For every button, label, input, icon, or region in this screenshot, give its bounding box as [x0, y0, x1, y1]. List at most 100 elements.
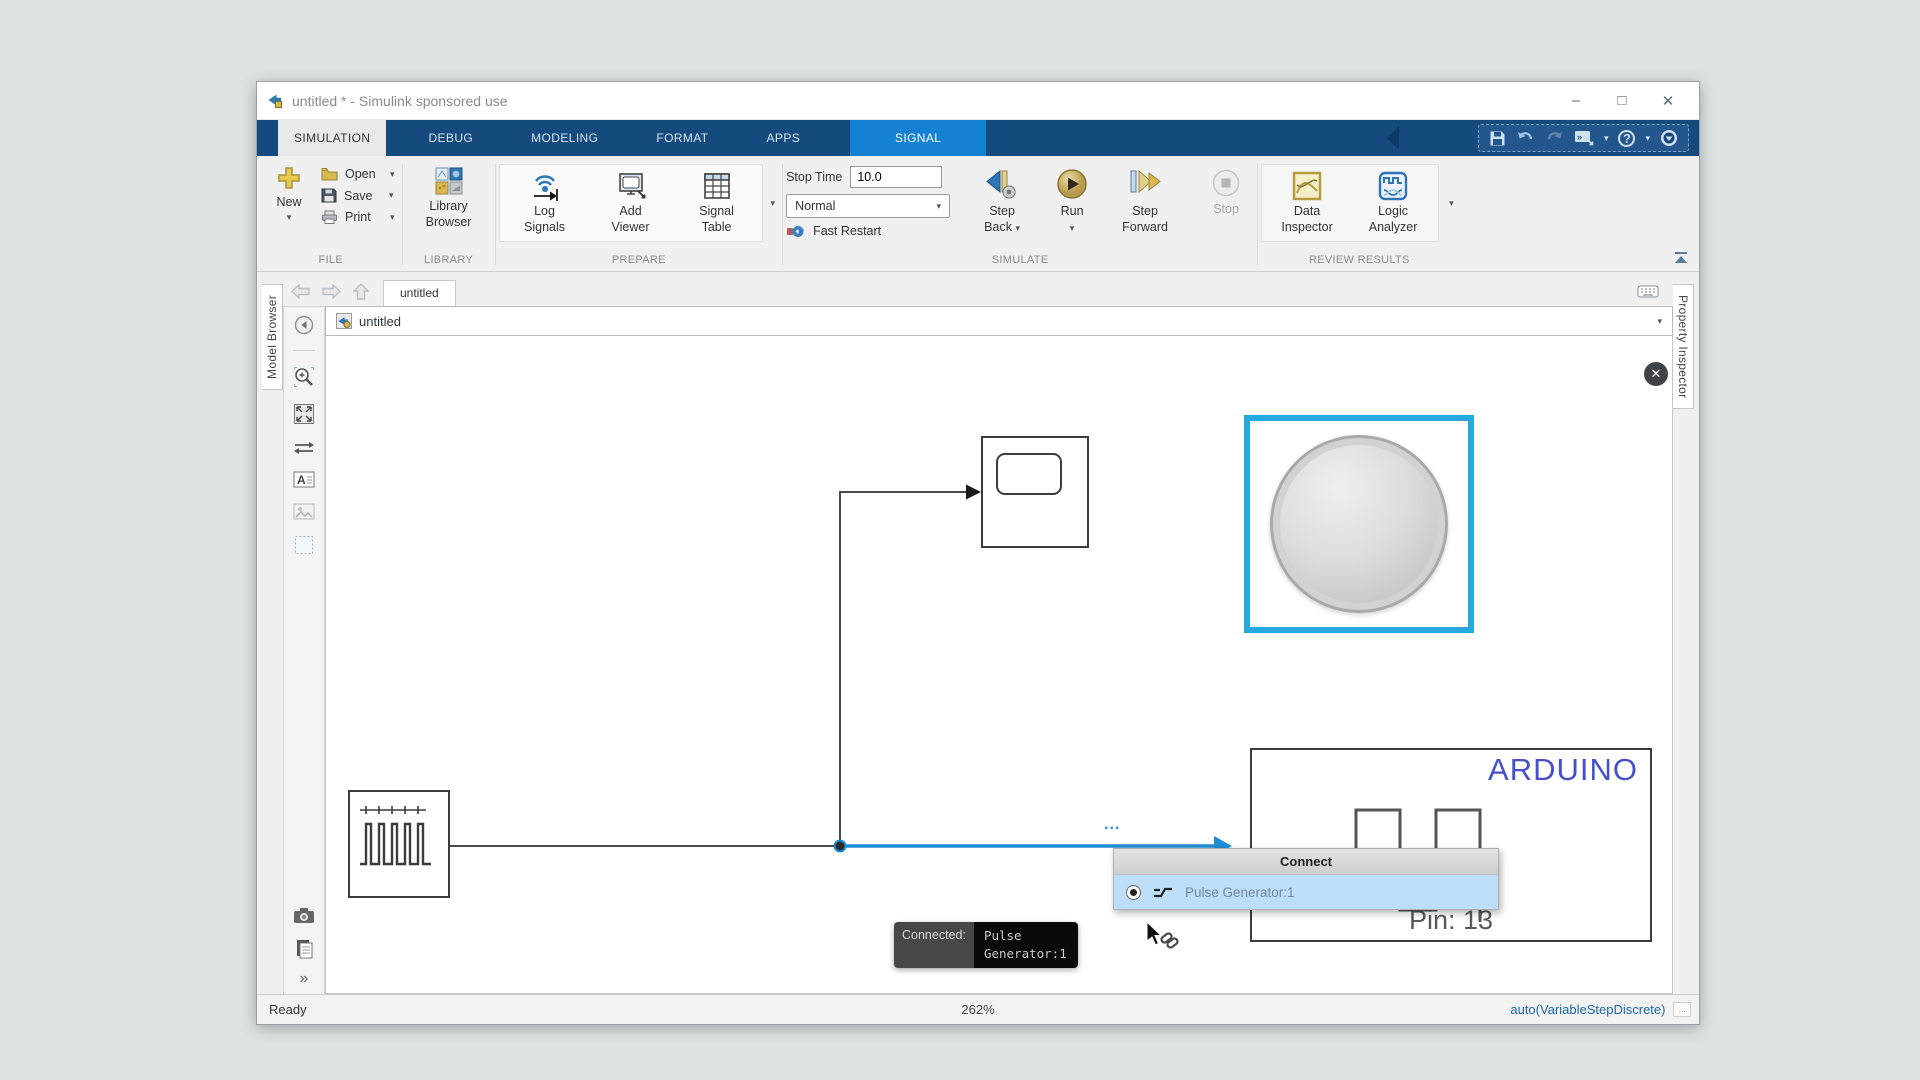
fast-restart-toggle[interactable]: Fast Restart [786, 224, 958, 238]
screenshot-icon[interactable] [293, 907, 315, 924]
connect-popup-title: Connect [1114, 849, 1498, 875]
save-icon[interactable] [1489, 130, 1506, 147]
quick-access-handle-icon [1383, 125, 1399, 151]
help-caret-icon[interactable]: ▾ [1645, 133, 1650, 144]
hide-model-browser-icon[interactable] [294, 315, 314, 335]
run-button[interactable]: Run▾ [1052, 164, 1092, 236]
simulink-logo-icon [267, 92, 284, 109]
step-back-button[interactable]: Step Back ▾ [974, 164, 1030, 236]
back-icon[interactable] [291, 284, 310, 299]
run-icon [1056, 168, 1088, 200]
customize-caret-icon[interactable]: ▾ [1604, 133, 1609, 144]
library-group-label: LIBRARY [406, 252, 492, 271]
left-panel-strip: Model Browser [257, 272, 283, 994]
step-back-label: Step Back [984, 204, 1015, 234]
tab-debug[interactable]: DEBUG [412, 120, 489, 156]
open-caret-icon: ▾ [390, 169, 395, 180]
mode-caret-icon: ▾ [937, 201, 942, 212]
report-icon[interactable] [295, 939, 314, 959]
prepare-gallery-caret-icon[interactable]: ▾ [771, 198, 776, 209]
scope-block[interactable] [981, 436, 1089, 548]
breadcrumb[interactable]: untitled ▾ [325, 306, 1673, 336]
customize-toolbar-icon[interactable]: » [1574, 130, 1594, 147]
radio-selected-icon[interactable] [1126, 885, 1141, 900]
log-signals-button[interactable]: Log Signals [502, 169, 588, 235]
maximize-icon[interactable]: □ [1599, 92, 1645, 109]
signal-table-button[interactable]: Signal Table [674, 169, 760, 235]
new-button[interactable]: New ▾ [263, 164, 315, 223]
palette-more-icon[interactable]: » [300, 974, 309, 984]
arduino-digital-output-block[interactable]: ARDUINO Pin: 13 [1250, 748, 1652, 942]
add-viewer-label: Add Viewer [605, 204, 657, 235]
wire-options-icon[interactable]: ... [1104, 816, 1120, 834]
logic-analyzer-button[interactable]: Logic Analyzer [1350, 169, 1436, 235]
push-button-block-selected[interactable] [1244, 415, 1474, 633]
close-signal-mode-icon[interactable]: ✕ [1644, 362, 1668, 386]
review-group-label: REVIEW RESULTS [1261, 252, 1458, 271]
simulation-mode-value: Normal [795, 199, 936, 213]
print-button[interactable]: Print ▾ [321, 210, 395, 224]
stop-button[interactable]: Stop [1198, 164, 1254, 217]
document-tab-untitled[interactable]: untitled [383, 280, 456, 306]
minimize-icon[interactable]: – [1553, 92, 1599, 109]
up-icon[interactable] [353, 283, 369, 300]
library-browser-button[interactable]: Library Browser [406, 164, 492, 230]
status-solver[interactable]: auto(VariableStepDiscrete) [1510, 1002, 1673, 1017]
simulate-group-label: SIMULATE [786, 252, 1254, 271]
add-viewer-button[interactable]: Add Viewer [588, 169, 674, 235]
open-folder-icon [321, 167, 338, 181]
keyboard-shortcuts-icon[interactable] [1637, 285, 1659, 298]
prepare-group-label: PREPARE [499, 252, 780, 271]
review-gallery-caret-icon[interactable]: ▾ [1449, 198, 1454, 209]
new-label: New [276, 195, 301, 209]
group-simulate: Stop Time Normal ▾ Fast Restart [786, 156, 1254, 271]
redo-icon[interactable] [1545, 130, 1564, 146]
group-prepare: Log Signals Add Viewer Signal Table [499, 156, 780, 271]
breadcrumb-caret-icon[interactable]: ▾ [1657, 316, 1662, 327]
close-icon[interactable]: ✕ [1645, 92, 1691, 110]
tab-format[interactable]: FORMAT [640, 120, 724, 156]
log-signals-icon [528, 171, 562, 201]
account-icon[interactable] [1660, 129, 1678, 147]
viewmark-icon[interactable] [294, 535, 314, 555]
fit-to-view-icon[interactable] [293, 403, 315, 425]
simulation-mode-select[interactable]: Normal ▾ [786, 194, 950, 218]
ribbon-tab-band: SIMULATION DEBUG MODELING FORMAT APPS SI… [257, 120, 1699, 156]
status-bar: Ready 262% auto(VariableStepDiscrete) ..… [257, 994, 1699, 1024]
step-forward-button[interactable]: Step Forward [1114, 164, 1176, 236]
logic-analyzer-label: Logic Analyzer [1362, 204, 1424, 235]
model-browser-tab[interactable]: Model Browser [262, 284, 283, 390]
data-inspector-button[interactable]: Data Inspector [1264, 169, 1350, 235]
status-zoom-level: 262% [961, 1002, 994, 1017]
pulse-generator-block[interactable] [348, 790, 450, 898]
tab-apps[interactable]: APPS [751, 120, 817, 156]
stop-label: Stop [1213, 202, 1239, 216]
collapse-ribbon-icon[interactable] [1673, 251, 1689, 265]
annotation-icon[interactable]: A [293, 471, 315, 488]
statusbar-grip-icon[interactable]: ... [1673, 1002, 1691, 1017]
print-label: Print [345, 210, 383, 224]
svg-text:»: » [1577, 132, 1582, 142]
stop-time-input[interactable] [850, 166, 942, 188]
property-inspector-tab[interactable]: Property Inspector [1673, 284, 1694, 409]
tab-modeling[interactable]: MODELING [515, 120, 614, 156]
zoom-icon[interactable] [293, 366, 315, 388]
stop-time-label: Stop Time [786, 170, 842, 184]
open-button[interactable]: Open ▾ [321, 167, 395, 181]
insert-image-icon[interactable] [293, 503, 315, 520]
update-diagram-icon[interactable] [293, 440, 315, 456]
model-canvas[interactable]: ✕ [325, 336, 1673, 994]
connect-popup-item[interactable]: Pulse Generator:1 [1114, 875, 1498, 909]
undo-icon[interactable] [1516, 130, 1535, 146]
tab-simulation[interactable]: SIMULATION [278, 120, 386, 156]
tab-signal[interactable]: SIGNAL [850, 120, 986, 156]
help-icon[interactable]: ? [1618, 130, 1635, 147]
step-back-icon [984, 168, 1020, 200]
library-browser-label: Library Browser [418, 199, 480, 230]
tooltip-label: Connected: [894, 922, 974, 968]
push-button-knob[interactable] [1270, 435, 1448, 613]
save-button[interactable]: Save ▾ [321, 188, 395, 203]
breadcrumb-model-name[interactable]: untitled [359, 314, 1650, 329]
forward-icon[interactable] [322, 284, 341, 299]
step-forward-label: Step Forward [1122, 204, 1168, 234]
